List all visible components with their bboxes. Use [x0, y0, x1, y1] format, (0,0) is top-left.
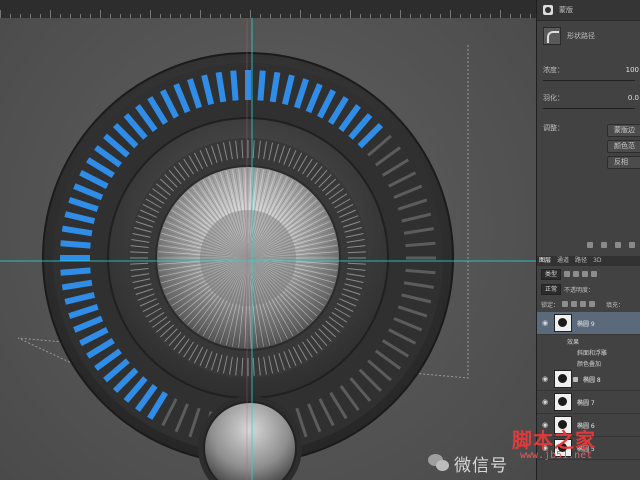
- lock-all-icon[interactable]: [589, 301, 596, 307]
- effect-color-overlay[interactable]: 颜色叠加: [577, 359, 601, 368]
- density-value[interactable]: 100: [626, 66, 639, 74]
- vector-mask-label: 形状路径: [567, 32, 595, 40]
- layer-row[interactable]: ◉ 椭圆 9: [537, 312, 640, 335]
- wechat-text: 微信号: [454, 455, 508, 476]
- ruler-tick: [350, 10, 351, 18]
- site-logo: 脚本之家: [512, 428, 596, 452]
- eye-icon[interactable]: ◉: [540, 319, 550, 327]
- invert-button[interactable]: 反相: [607, 156, 640, 169]
- layer-row[interactable]: ◉ 椭圆 8: [537, 368, 640, 391]
- feather-value[interactable]: 0.0: [628, 94, 639, 102]
- layer-name: 椭圆 7: [577, 399, 595, 407]
- layer-name: 椭圆 8: [583, 376, 601, 384]
- properties-footer-icons: [537, 242, 640, 252]
- ruler-tick: [450, 10, 451, 18]
- fx-icon: [573, 376, 578, 382]
- layer-name: 椭圆 9: [577, 320, 595, 328]
- properties-header[interactable]: 蒙版: [537, 0, 640, 21]
- layer-thumbnail: [554, 370, 572, 388]
- shape-filter-icon[interactable]: [591, 271, 598, 277]
- lock-position-icon[interactable]: [580, 301, 587, 307]
- fill-label: 填充：: [606, 301, 625, 309]
- type-filter-icon[interactable]: [582, 271, 589, 277]
- filter-kind-select[interactable]: 类型: [541, 268, 562, 280]
- pixel-filter-icon[interactable]: [564, 271, 571, 277]
- color-range-button[interactable]: 颜色范: [607, 140, 640, 153]
- adjust-label: 调整：: [543, 124, 564, 132]
- mask-icon: [543, 5, 553, 15]
- opacity-label: 不透明度：: [564, 286, 595, 294]
- toggle-mask-icon[interactable]: [615, 242, 621, 248]
- lock-label: 锁定：: [541, 301, 560, 309]
- feather-label: 羽化：: [543, 94, 564, 102]
- properties-title: 蒙版: [559, 6, 573, 14]
- document-canvas[interactable]: 微信号: [0, 18, 536, 480]
- effects-label: 效果: [567, 339, 580, 346]
- density-row: 浓度： 100: [543, 64, 640, 76]
- ruler-tick: [0, 10, 1, 18]
- knob-artwork: [0, 18, 536, 480]
- eye-icon[interactable]: ◉: [540, 375, 550, 383]
- feather-row: 羽化： 0.0: [543, 92, 640, 104]
- progress-segment-active: [230, 70, 239, 101]
- eye-icon[interactable]: ◉: [540, 398, 550, 406]
- ruler-tick: [300, 10, 301, 18]
- vector-mask-thumbnail: [543, 27, 561, 45]
- delete-mask-icon[interactable]: [629, 242, 635, 248]
- tab-layers[interactable]: 图层: [539, 256, 551, 266]
- ruler-tick: [150, 10, 151, 18]
- layer-thumbnail: [554, 314, 572, 332]
- wechat-icon: [428, 454, 450, 472]
- tab-3d[interactable]: 3D: [593, 256, 601, 266]
- tab-paths[interactable]: 路径: [575, 256, 587, 266]
- progress-segment-active: [60, 267, 91, 276]
- density-slider[interactable]: [543, 80, 635, 81]
- apply-mask-icon[interactable]: [601, 242, 607, 248]
- ruler-tick: [100, 10, 101, 18]
- progress-segment-active: [257, 70, 266, 101]
- ruler-tick: [500, 10, 501, 18]
- ruler-tick: [400, 10, 401, 18]
- ruler-tick: [250, 10, 251, 18]
- layer-thumbnail: [554, 393, 572, 411]
- wechat-watermark: 微信号: [428, 446, 508, 480]
- density-label: 浓度：: [543, 66, 564, 74]
- blend-row: 正常 不透明度：: [537, 283, 640, 295]
- adjust-filter-icon[interactable]: [573, 271, 580, 277]
- site-url: www.jb51.net: [520, 450, 593, 461]
- lock-pixels-icon[interactable]: [571, 301, 578, 307]
- layer-row[interactable]: ◉ 椭圆 7: [537, 391, 640, 414]
- lock-transparent-icon[interactable]: [562, 301, 569, 307]
- right-panel: 蒙版 形状路径 浓度： 100 羽化： 0.0 调整： 蒙版边 颜色范 反相 图…: [536, 0, 640, 480]
- selection-icon[interactable]: [587, 242, 593, 248]
- layer-filter-row: 类型: [537, 268, 640, 280]
- tab-channels[interactable]: 通道: [557, 256, 569, 266]
- ruler-tick: [200, 10, 201, 18]
- mask-edge-button[interactable]: 蒙版边: [607, 124, 640, 137]
- lock-row: 锁定： 填充：: [537, 298, 640, 310]
- effect-bevel[interactable]: 斜面和浮雕: [577, 348, 607, 357]
- progress-segment-active: [60, 240, 91, 249]
- top-ruler[interactable]: [0, 0, 536, 19]
- vector-mask-row[interactable]: 形状路径: [537, 21, 640, 51]
- blend-mode-select[interactable]: 正常: [541, 283, 562, 295]
- ruler-tick: [50, 10, 51, 18]
- layers-tabs: 图层 通道 路径 3D: [537, 256, 640, 266]
- feather-slider[interactable]: [543, 108, 635, 109]
